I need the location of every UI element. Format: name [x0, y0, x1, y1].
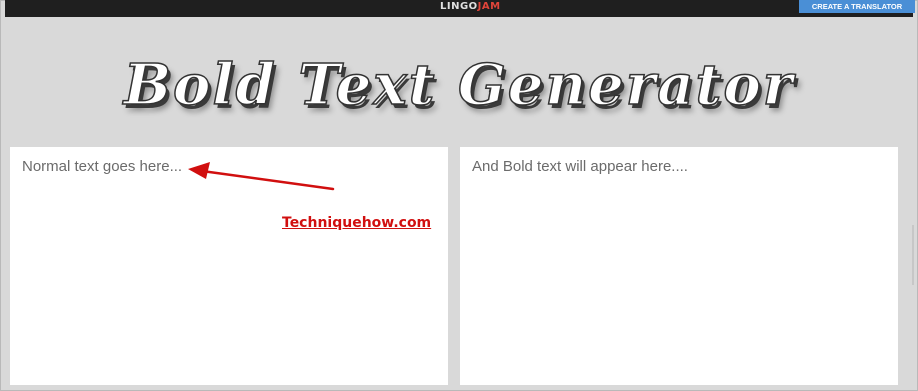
top-navigation-bar: LINGOJAM CREATE A TRANSLATOR: [5, 0, 915, 17]
logo-accent-text: JAM: [477, 1, 501, 12]
logo-main-text: LINGO: [440, 1, 478, 12]
create-translator-button[interactable]: CREATE A TRANSLATOR: [799, 0, 915, 13]
scrollbar-edge[interactable]: [912, 225, 914, 285]
watermark-text: Techniquehow.com: [282, 215, 432, 231]
page-title: Bold Text Generator: [123, 51, 795, 119]
arrow-shaft: [200, 169, 335, 191]
bold-text-output-placeholder: And Bold text will appear here....: [472, 158, 688, 175]
red-arrow-annotation: [188, 162, 335, 191]
output-panel[interactable]: And Bold text will appear here....: [460, 147, 898, 385]
lingojam-logo[interactable]: LINGOJAM: [440, 1, 501, 12]
arrow-head: [188, 162, 210, 179]
